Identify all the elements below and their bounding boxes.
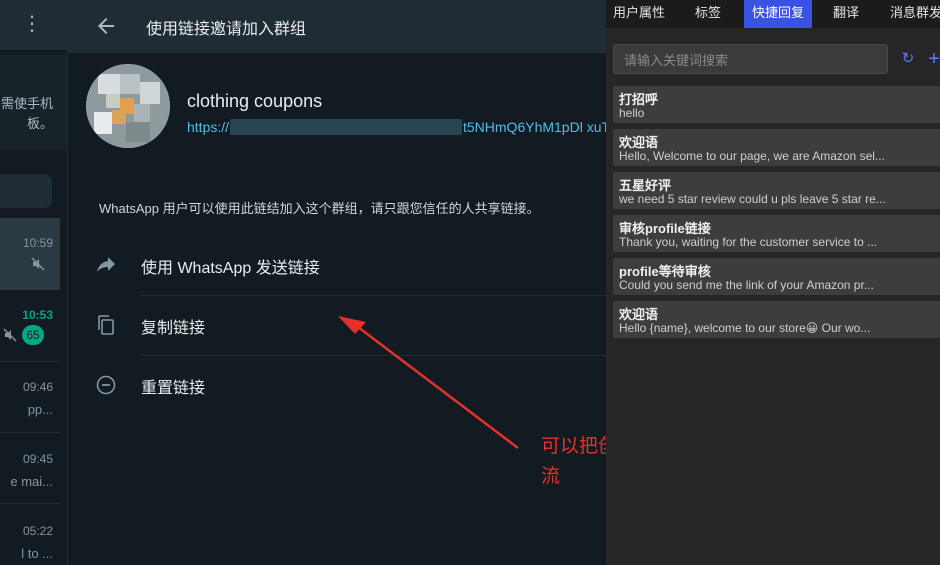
chat-time: 09:46 xyxy=(22,380,53,394)
link-description: WhatsApp 用户可以使用此链结加入这个群组，请只跟您信任的人共享链接。 xyxy=(99,201,540,216)
chat-search-input[interactable] xyxy=(0,174,52,208)
invite-link-panel: 使用链接邀请加入群组 clothing coupons https:// t5N… xyxy=(68,0,610,565)
tab-user-attributes[interactable]: 用户属性 xyxy=(606,0,672,28)
reset-icon xyxy=(96,375,116,395)
reset-link-button[interactable]: 重置链接 xyxy=(68,356,606,414)
copy-link-button[interactable]: 复制链接 xyxy=(68,296,606,354)
chat-list-header: ⋮ xyxy=(0,0,67,50)
chat-time: 10:59 xyxy=(22,236,53,250)
muted-icon xyxy=(3,328,17,342)
quick-reply-item[interactable]: 打招呼 hello xyxy=(613,86,940,123)
notice-line-1: 需使手机 xyxy=(0,96,53,111)
divider xyxy=(0,361,60,362)
send-link-button[interactable]: 使用 WhatsApp 发送链接 xyxy=(68,236,606,294)
chat-row-selected[interactable] xyxy=(0,218,60,290)
tab-tags[interactable]: 标签 xyxy=(682,0,734,28)
reply-body: Could you send me the link of your Amazo… xyxy=(619,278,874,292)
quick-reply-item[interactable]: 五星好评 we need 5 star review could u pls l… xyxy=(613,172,940,209)
share-icon xyxy=(97,257,115,272)
chat-time: 10:53 xyxy=(22,308,53,322)
back-arrow-icon[interactable] xyxy=(94,14,118,38)
quick-reply-search[interactable] xyxy=(613,44,888,74)
tab-quick-reply[interactable]: 快捷回复 xyxy=(744,0,812,28)
chat-time: 05:22 xyxy=(22,524,53,538)
quick-reply-panel: 用户属性 标签 快捷回复 翻译 消息群发 ↻ + 打招呼 hello 欢迎语 H… xyxy=(606,0,940,565)
tab-bar: 用户属性 标签 快捷回复 翻译 消息群发 xyxy=(606,0,940,28)
chat-snippet: pp... xyxy=(27,402,53,417)
chat-snippet: l to ... xyxy=(21,546,53,561)
reply-body: hello xyxy=(619,106,645,120)
reset-link-label: 重置链接 xyxy=(141,380,206,397)
copy-icon xyxy=(98,315,114,335)
divider xyxy=(0,432,60,433)
notice-line-2: 板。 xyxy=(26,116,53,131)
quick-reply-item[interactable]: 欢迎语 Hello, Welcome to our page, we are A… xyxy=(613,129,940,166)
reply-body: Hello, Welcome to our page, we are Amazo… xyxy=(619,149,885,163)
divider xyxy=(0,503,60,504)
chat-snippet: e mai... xyxy=(10,474,53,489)
invite-link-end: t5NHmQ6YhM1pDl xuT xyxy=(463,119,611,135)
invite-header: 使用链接邀请加入群组 xyxy=(68,0,606,53)
invite-link-start: https:// xyxy=(187,119,230,135)
quick-reply-item[interactable]: 欢迎语 Hello {name}, welcome to our store😀 … xyxy=(613,301,940,338)
invite-link[interactable]: https:// xyxy=(187,119,229,135)
reply-body: we need 5 star review could u pls leave … xyxy=(619,192,886,206)
link-redaction xyxy=(230,119,462,135)
tab-mass-message[interactable]: 消息群发 xyxy=(882,0,940,28)
menu-kebab-icon[interactable]: ⋮ xyxy=(22,10,42,38)
group-name: clothing coupons xyxy=(187,91,323,111)
reply-body: Thank you, waiting for the customer serv… xyxy=(619,235,878,249)
refresh-icon[interactable]: ↻ xyxy=(900,51,916,67)
add-icon[interactable]: + xyxy=(926,49,940,69)
quick-reply-search-input[interactable] xyxy=(622,50,881,70)
group-avatar xyxy=(86,64,170,148)
quick-reply-item[interactable]: profile等待审核 Could you send me the link o… xyxy=(613,258,940,295)
muted-icon xyxy=(31,257,45,271)
notice-banner: 需使手机 板。 xyxy=(0,55,67,150)
copy-link-label: 复制链接 xyxy=(141,320,206,337)
unread-badge: 65 xyxy=(22,325,44,345)
chat-list-panel: ⋮ 需使手机 板。 10:59 10:53 65 09:46 pp... 09:… xyxy=(0,0,68,565)
quick-reply-item[interactable]: 审核profile链接 Thank you, waiting for the c… xyxy=(613,215,940,252)
tab-translate[interactable]: 翻译 xyxy=(820,0,872,28)
send-link-label: 使用 WhatsApp 发送链接 xyxy=(141,260,320,277)
page-title: 使用链接邀请加入群组 xyxy=(146,21,307,38)
reply-body: Hello {name}, welcome to our store😀 Our … xyxy=(619,321,871,335)
chat-time: 09:45 xyxy=(22,452,53,466)
